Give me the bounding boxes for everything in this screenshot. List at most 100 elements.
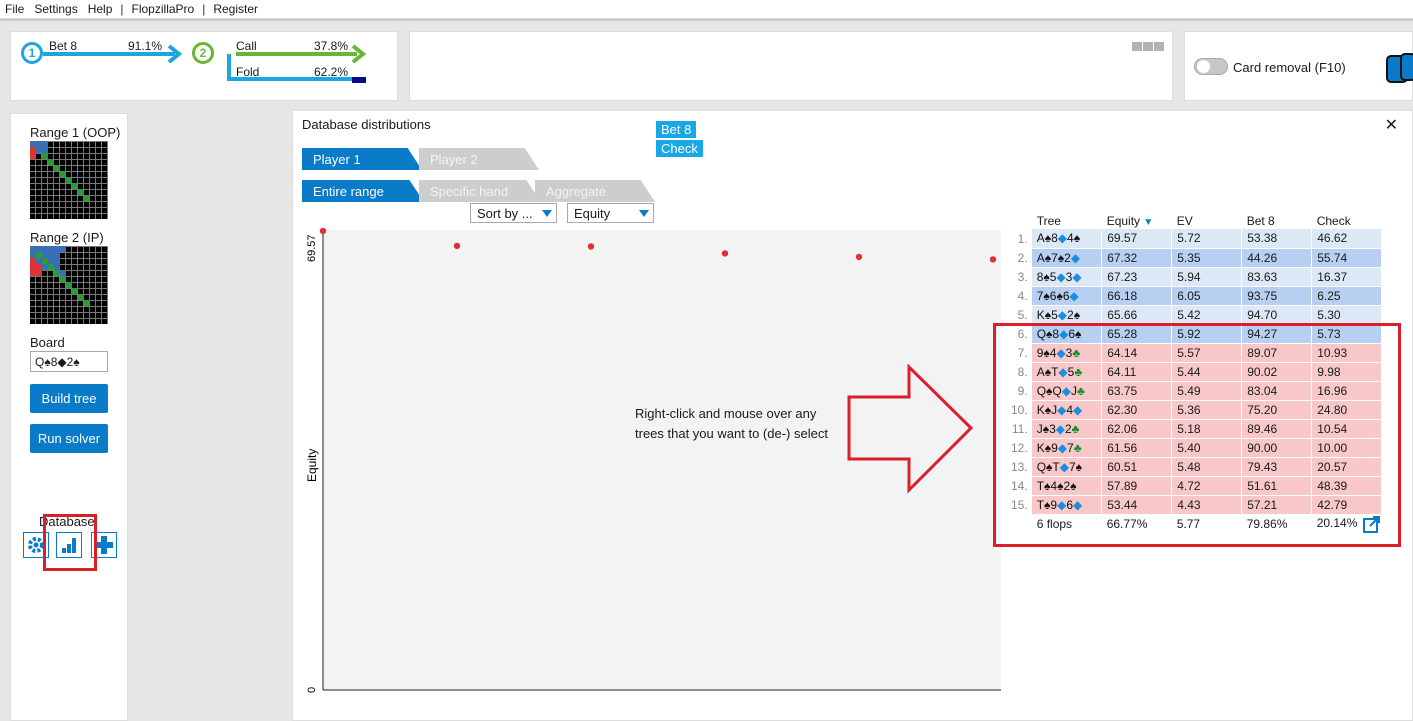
tree-cell: 7♠6♠6◆ [1031,286,1103,306]
tab-entire-range[interactable]: Entire range [302,180,424,202]
col-bet[interactable]: Bet 8 [1242,212,1312,229]
table-header-row: Tree Equity ▼ EV Bet 8 Check [1011,212,1382,229]
action-flow-panel: 1 Bet 8 91.1% 2 Call 37.8% Fold 62.2% [10,31,398,101]
table-row[interactable]: 3. 8♠5◆3◆ 67.23 5.94 83.63 16.37 [1011,267,1383,287]
legend-check: Check [656,140,703,157]
menu-file[interactable]: File [0,2,29,16]
bet-cell: 94.70 [1241,305,1313,325]
header-center-panel [409,31,1173,101]
row-number: 4. [1017,288,1028,303]
y-tick-label-top: 69.57 [306,234,318,262]
board-input[interactable]: Q♠8◆2♠ [30,351,108,372]
check-cell: 55.74 [1311,248,1383,268]
node2-call-label[interactable]: Call [236,39,257,53]
node2-fold-pct: 62.2% [314,65,349,79]
action-node-1[interactable]: 1 [21,42,43,64]
dialog-title: Database distributions [302,117,431,132]
table-row[interactable]: 1. A♠8◆4♠ 69.57 5.72 53.38 46.62 [1011,229,1383,249]
close-icon[interactable]: ✕ [1385,115,1398,135]
menu-bar: File Settings Help | FlopzillaPro | Regi… [0,0,1413,19]
chart-point[interactable] [855,253,863,261]
equity-cell: 65.66 [1101,305,1173,325]
table-row[interactable]: 5. K♠5◆2♠ 65.66 5.42 94.70 5.30 [1011,305,1383,325]
equity-cell: 69.57 [1101,229,1173,249]
sort-desc-icon: ▼ [1143,216,1154,228]
tree-cell: 8♠5◆3◆ [1031,267,1103,287]
table-row[interactable]: 4. 7♠6♠6◆ 66.18 6.05 93.75 6.25 [1011,286,1383,306]
row-number: 3. [1017,269,1028,284]
range2-grid[interactable] [30,246,108,324]
col-tree[interactable]: Tree [1032,212,1102,229]
node1-action-label: Bet 8 [49,39,78,53]
chart-point[interactable] [989,256,997,263]
window-grip-icon[interactable] [1132,42,1164,51]
annotation-arrow [847,364,974,494]
col-equity[interactable]: Equity ▼ [1102,212,1172,229]
metric-select-value: Equity [574,205,611,221]
chevron-down-icon [542,210,552,217]
ev-cell: 5.35 [1171,248,1243,268]
database-highlight-box [43,514,97,571]
chart-point[interactable] [721,250,729,257]
tree-cell: K♠5◆2♠ [1031,305,1103,325]
tab-player-2[interactable]: Player 2 [419,148,539,170]
node2-call-pct: 37.8% [314,39,349,53]
selection-highlight-box [993,323,1401,547]
cards-icon[interactable] [1385,52,1413,84]
menu-settings[interactable]: Settings [29,2,82,16]
action-node-2[interactable]: 2 [192,42,214,64]
tree-cell: A♠7♠2◆ [1031,248,1103,268]
sort-select-value: Sort by ... [477,205,533,221]
tree-cell: A♠8◆4♠ [1031,229,1103,249]
bet-cell: 44.26 [1241,248,1313,268]
row-number: 5. [1017,307,1028,322]
y-tick-label-zero: 0 [306,687,318,693]
legend-bet: Bet 8 [656,121,697,138]
bet-cell: 93.75 [1241,286,1313,306]
chart-point[interactable] [453,242,461,250]
build-tree-button[interactable]: Build tree [30,384,108,413]
tab-specific-hand[interactable]: Specific hand [419,180,541,202]
row-number: 2. [1017,250,1028,265]
check-cell: 16.37 [1311,267,1383,287]
menu-separator: | [202,2,206,16]
node2-fold-label[interactable]: Fold [236,65,259,79]
check-cell: 6.25 [1311,286,1383,306]
run-solver-button[interactable]: Run solver [30,424,108,453]
menu-separator: | [120,2,124,16]
table-row[interactable]: 2. A♠7♠2◆ 67.32 5.35 44.26 55.74 [1011,248,1383,268]
plus-icon [95,536,113,554]
ev-cell: 6.05 [1171,286,1243,306]
card-removal-label: Card removal (F10) [1233,60,1346,75]
chart-point[interactable] [319,227,327,235]
y-axis-label: Equity [305,449,319,482]
bet-cell: 53.38 [1241,229,1313,249]
range2-label: Range 2 (IP) [30,230,104,245]
range1-grid[interactable] [30,141,108,219]
annotation-text: Right-click and mouse over any trees tha… [635,406,828,441]
col-ev[interactable]: EV [1172,212,1242,229]
node1-action-pct: 91.1% [128,39,163,53]
col-check[interactable]: Check [1312,212,1382,229]
chevron-down-icon [639,210,649,217]
chart-point[interactable] [587,243,595,250]
ev-cell: 5.94 [1171,267,1243,287]
menu-register[interactable]: Register [208,2,263,16]
toolbar-divider [0,19,1413,21]
check-cell: 5.30 [1311,305,1383,325]
row-number: 1. [1017,231,1028,246]
check-cell: 46.62 [1311,229,1383,249]
tab-aggregate[interactable]: Aggregate [535,180,655,202]
card-removal-toggle[interactable] [1194,58,1228,75]
range1-label: Range 1 (OOP) [30,125,121,140]
equity-cell: 67.32 [1101,248,1173,268]
ev-cell: 5.72 [1171,229,1243,249]
board-label: Board [30,335,65,350]
ev-cell: 5.42 [1171,305,1243,325]
menu-help[interactable]: Help [83,2,118,16]
equity-cell: 66.18 [1101,286,1173,306]
menu-flopzillapro[interactable]: FlopzillaPro [127,2,200,16]
tab-player-1[interactable]: Player 1 [302,148,422,170]
bet-cell: 83.63 [1241,267,1313,287]
header-right-panel: Card removal (F10) [1184,31,1413,101]
